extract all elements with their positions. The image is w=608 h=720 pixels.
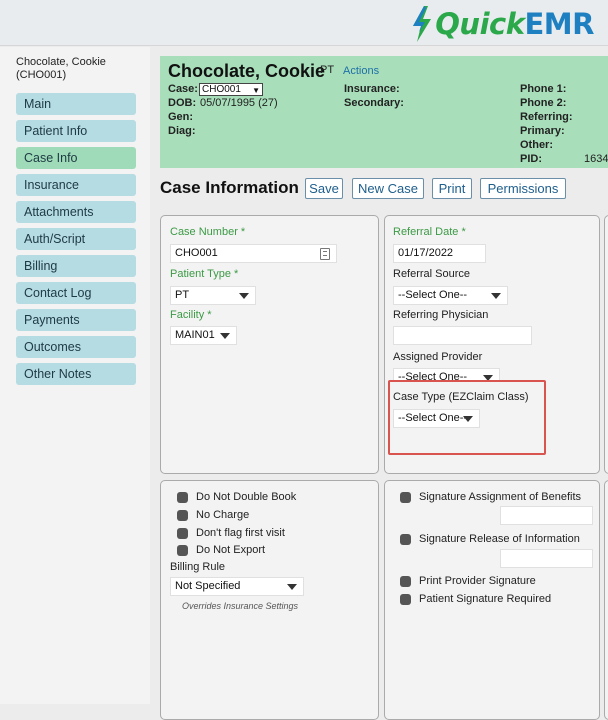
booking-billing-panel: Do Not Double Book No Charge Don't flag … xyxy=(160,480,379,720)
signatures-panel: Signature Assignment of Benefits Signatu… xyxy=(384,480,600,720)
sidebar-item-other-notes[interactable]: Other Notes xyxy=(16,363,136,385)
sidebar-item-billing[interactable]: Billing xyxy=(16,255,136,277)
offscreen-panel-lower xyxy=(604,480,608,720)
offscreen-panel xyxy=(604,215,608,474)
pid-label: PID: xyxy=(520,153,542,165)
patient-type-select[interactable]: PT xyxy=(170,286,256,305)
top-header: QuickEMR xyxy=(0,0,608,46)
sidebar-item-case-info[interactable]: Case Info xyxy=(16,147,136,169)
sidebar-item-attachments[interactable]: Attachments xyxy=(16,201,136,223)
sidebar-patient-name: Chocolate, Cookie (CHO001) xyxy=(16,56,106,81)
case-select[interactable]: CHO001 ▼ xyxy=(199,83,263,96)
calculator-icon[interactable] xyxy=(320,248,330,260)
checkbox-icon xyxy=(400,594,411,605)
sidebar-item-contact-log[interactable]: Contact Log xyxy=(16,282,136,304)
checkbox-icon xyxy=(400,534,411,545)
primary-label: Primary: xyxy=(520,125,565,137)
actions-link[interactable]: Actions xyxy=(343,65,379,77)
case-details-panel: Case Number * CHO001 Patient Type * PT F… xyxy=(160,215,379,474)
phone2-label: Phone 2: xyxy=(520,97,567,109)
billing-rule-label: Billing Rule xyxy=(170,561,226,573)
sidebar-nav: Main Patient Info Case Info Insurance At… xyxy=(16,93,136,390)
secondary-label: Secondary: xyxy=(344,97,404,109)
sidebar: Chocolate, Cookie (CHO001) Main Patient … xyxy=(0,47,150,704)
checkbox-icon xyxy=(177,545,188,556)
page-title: Case Information xyxy=(160,178,299,197)
facility-label: Facility * xyxy=(170,309,212,321)
case-number-label: Case Number * xyxy=(170,226,246,238)
other-label: Other: xyxy=(520,139,553,151)
patient-type-label: Patient Type * xyxy=(170,268,239,280)
billing-rule-note: Overrides Insurance Settings xyxy=(182,601,299,611)
banner-patient-name: Chocolate, Cookie xyxy=(168,61,326,81)
logo-text: QuickEMR xyxy=(435,7,594,41)
checkbox-icon xyxy=(177,510,188,521)
chevron-down-icon: ▼ xyxy=(252,86,260,95)
permissions-button[interactable]: Permissions xyxy=(480,178,566,199)
sidebar-item-auth-script[interactable]: Auth/Script xyxy=(16,228,136,250)
print-button[interactable]: Print xyxy=(432,178,472,199)
dob-value: 05/07/1995 (27) xyxy=(200,97,278,109)
sidebar-item-patient-info[interactable]: Patient Info xyxy=(16,120,136,142)
chevron-down-icon xyxy=(491,293,501,299)
referral-date-label: Referral Date * xyxy=(393,226,466,238)
banner-patient-type: PT xyxy=(320,64,335,76)
facility-select[interactable]: MAIN01 xyxy=(170,326,237,345)
sidebar-item-payments[interactable]: Payments xyxy=(16,309,136,331)
checkbox-icon xyxy=(400,576,411,587)
referring-label: Referring: xyxy=(520,111,573,123)
referral-date-input[interactable]: 01/17/2022 xyxy=(393,244,486,263)
phone1-label: Phone 1: xyxy=(520,83,567,95)
quickemr-logo[interactable]: QuickEMR xyxy=(411,4,594,44)
chevron-down-icon xyxy=(220,333,230,339)
checkbox-icon xyxy=(177,528,188,539)
referring-physician-input[interactable] xyxy=(393,326,532,345)
gen-label: Gen: xyxy=(168,111,194,123)
referring-physician-label: Referring Physician xyxy=(393,309,489,321)
new-case-button[interactable]: New Case xyxy=(352,178,424,199)
diag-label: Diag: xyxy=(168,125,196,137)
patient-banner: Chocolate, Cookie PT Actions Case: CHO00… xyxy=(160,56,608,168)
lightning-bolt-icon xyxy=(413,6,432,42)
referral-source-label: Referral Source xyxy=(393,268,471,280)
signature-assignment-date-input[interactable] xyxy=(500,506,593,525)
pid-value: 1634 xyxy=(584,153,608,165)
case-type-highlight xyxy=(388,380,546,455)
checkbox-icon xyxy=(177,492,188,503)
assigned-provider-label: Assigned Provider xyxy=(393,351,483,363)
signature-release-date-input[interactable] xyxy=(500,549,593,568)
chevron-down-icon xyxy=(287,584,297,590)
referral-source-select[interactable]: --Select One-- xyxy=(393,286,508,305)
insurance-label: Insurance: xyxy=(344,83,400,95)
sidebar-item-insurance[interactable]: Insurance xyxy=(16,174,136,196)
billing-rule-select[interactable]: Not Specified xyxy=(170,577,304,596)
checkbox-icon xyxy=(400,492,411,503)
case-number-input[interactable]: CHO001 xyxy=(170,244,337,263)
sidebar-item-outcomes[interactable]: Outcomes xyxy=(16,336,136,358)
sidebar-item-main[interactable]: Main xyxy=(16,93,136,115)
save-button[interactable]: Save xyxy=(305,178,343,199)
chevron-down-icon xyxy=(239,293,249,299)
case-label: Case: xyxy=(168,83,198,95)
dob-label: DOB: xyxy=(168,97,197,109)
